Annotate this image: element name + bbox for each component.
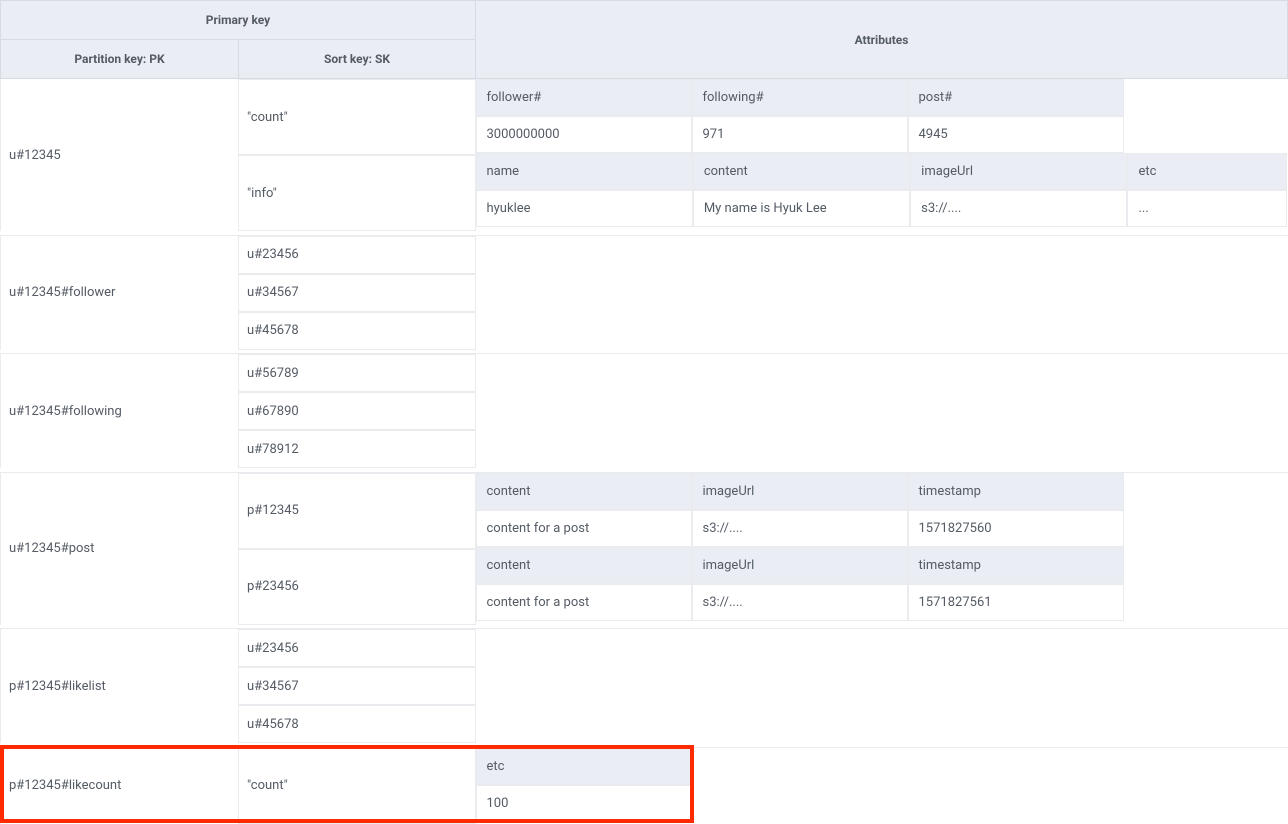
pk-cell: p#12345#likelist xyxy=(1,629,239,744)
attr-header: follower# xyxy=(476,79,692,116)
attr-header: content xyxy=(693,153,910,190)
attr-value: 971 xyxy=(692,116,908,153)
attr-header: name xyxy=(476,153,693,190)
sk-value: u#45678 xyxy=(239,705,476,743)
attr-header: timestamp xyxy=(908,547,1124,584)
sk-cell: "count""info" xyxy=(239,79,476,232)
sk-value: u#56789 xyxy=(239,354,476,392)
attr-value: hyuklee xyxy=(476,190,693,227)
sk-value: u#23456 xyxy=(239,236,476,274)
attributes-cell xyxy=(476,629,1288,744)
attr-value: s3://.... xyxy=(910,190,1127,227)
sk-cell: "count" xyxy=(239,747,476,824)
pk-cell: u#12345#follower xyxy=(1,235,239,350)
sk-value: "count" xyxy=(239,748,476,824)
sk-cell: u#23456u#34567u#45678 xyxy=(239,235,476,350)
schema-table: Primary key Attributes Partition key: PK… xyxy=(0,0,1288,824)
attr-header: following# xyxy=(692,79,908,116)
attributes-header: Attributes xyxy=(476,1,1288,79)
sk-value: u#34567 xyxy=(239,667,476,705)
attr-header: post# xyxy=(908,79,1124,116)
attr-header: imageUrl xyxy=(910,153,1127,190)
sk-cell: u#56789u#67890u#78912 xyxy=(239,354,476,469)
attr-header: timestamp xyxy=(908,473,1124,510)
sk-value: "count" xyxy=(239,79,476,155)
pk-cell: u#12345#post xyxy=(1,472,239,625)
dynamodb-schema-diagram: Primary key Attributes Partition key: PK… xyxy=(0,0,1288,824)
attributes-cell xyxy=(476,235,1288,350)
attr-value: content for a post xyxy=(476,510,692,547)
sk-value: "info" xyxy=(239,155,476,231)
sk-value: u#78912 xyxy=(239,430,476,468)
partition-key-header: Partition key: PK xyxy=(1,40,239,79)
sk-value: u#67890 xyxy=(239,392,476,430)
attr-value: 100 xyxy=(476,785,694,822)
attr-header: etc xyxy=(1127,153,1287,190)
header-row-1: Primary key Attributes xyxy=(1,1,1288,40)
sk-value: u#23456 xyxy=(239,629,476,667)
attr-value: 3000000000 xyxy=(476,116,692,153)
attr-header: imageUrl xyxy=(692,473,908,510)
attr-header: content xyxy=(476,547,692,584)
sort-key-header: Sort key: SK xyxy=(239,40,476,79)
attr-value: 4945 xyxy=(908,116,1124,153)
pk-cell: p#12345#likecount xyxy=(1,747,239,824)
primary-key-header: Primary key xyxy=(1,1,476,40)
attr-header: etc xyxy=(476,748,694,785)
sk-cell: p#12345p#23456 xyxy=(239,472,476,625)
table-row: u#12345"count""info"follower#following#p… xyxy=(1,79,1288,232)
table-row: u#12345#followeru#23456u#34567u#45678 xyxy=(1,235,1288,350)
table-row: u#12345#followingu#56789u#67890u#78912 xyxy=(1,354,1288,469)
attr-header: content xyxy=(476,473,692,510)
attr-value: 1571827560 xyxy=(908,510,1124,547)
table-row: u#12345#postp#12345p#23456contentimageUr… xyxy=(1,472,1288,625)
attr-value: ... xyxy=(1127,190,1287,227)
sk-value: u#34567 xyxy=(239,274,476,312)
table-row: p#12345#likecount"count"etc100 xyxy=(1,747,1288,824)
attr-value: 1571827561 xyxy=(908,584,1124,621)
attributes-cell: follower#following#post# 3000000000971494… xyxy=(476,79,1288,232)
attr-value: s3://.... xyxy=(692,510,908,547)
pk-cell: u#12345 xyxy=(1,79,239,232)
sk-value: p#23456 xyxy=(239,549,476,625)
attributes-cell: contentimageUrltimestamp content for a po… xyxy=(476,472,1288,625)
table-row: p#12345#likelistu#23456u#34567u#45678 xyxy=(1,629,1288,744)
attr-value: content for a post xyxy=(476,584,692,621)
attributes-cell: etc100 xyxy=(476,747,1288,824)
pk-cell: u#12345#following xyxy=(1,354,239,469)
sk-value: u#45678 xyxy=(239,312,476,350)
attr-value: s3://.... xyxy=(692,584,908,621)
attr-header: imageUrl xyxy=(692,547,908,584)
attributes-cell xyxy=(476,354,1288,469)
sk-value: p#12345 xyxy=(239,473,476,549)
sk-cell: u#23456u#34567u#45678 xyxy=(239,629,476,744)
attr-value: My name is Hyuk Lee xyxy=(693,190,910,227)
